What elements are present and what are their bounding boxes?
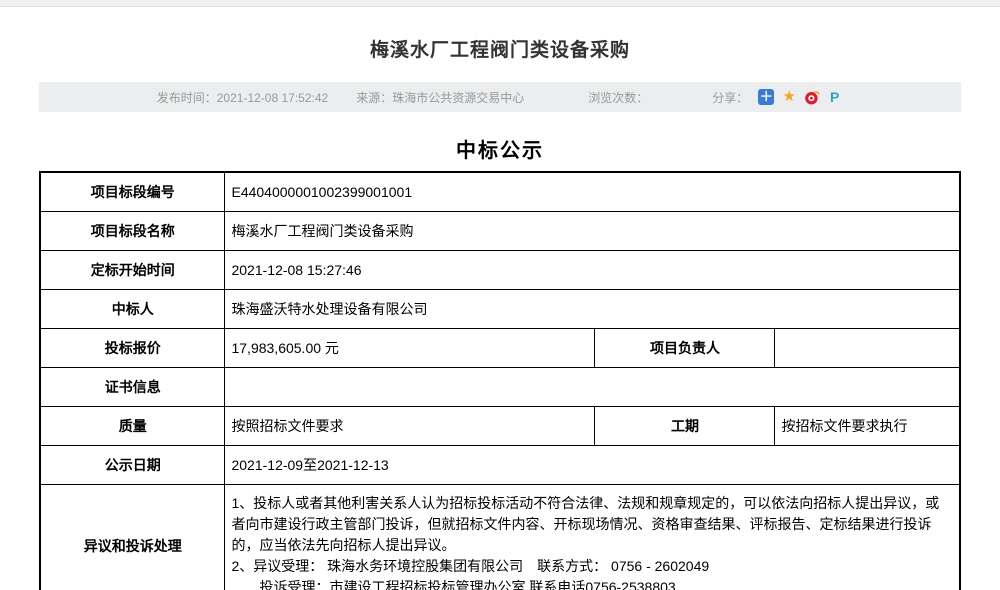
view-count: 浏览次数：: [588, 89, 648, 106]
view-count-label: 浏览次数：: [588, 91, 648, 105]
table-row-objection-handling: 异议和投诉处理 1、投标人或者其他利害关系人认为招标投标活动不符合法律、法规和规…: [40, 485, 960, 590]
label-duration: 工期: [595, 407, 775, 446]
objection-line-2: 2、异议受理： 珠海水务环境控股集团有限公司 联系方式： 0756 - 2602…: [231, 556, 953, 577]
table-row-project-code: 项目标段编号 E4404000001002399001001: [40, 172, 960, 212]
svg-text:P: P: [830, 89, 839, 105]
value-certificate-info: [225, 368, 960, 407]
label-publicity-period: 公示日期: [40, 446, 225, 485]
value-quality: 按照招标文件要求: [225, 407, 595, 446]
label-bid-price: 投标报价: [40, 329, 225, 368]
source-label: 来源：: [356, 91, 392, 105]
table-row-winner: 中标人 珠海盛沃特水处理设备有限公司: [40, 290, 960, 329]
label-project-manager: 项目负责人: [595, 329, 775, 368]
table-row-bid-price: 投标报价 17,983,605.00 元 项目负责人: [40, 329, 960, 368]
publish-time-value: 2021-12-08 17:52:42: [217, 91, 328, 105]
value-objection-handling: 1、投标人或者其他利害关系人认为招标投标活动不符合法律、法规和规章规定的，可以依…: [225, 485, 960, 590]
label-award-start-time: 定标开始时间: [40, 251, 225, 290]
section-title: 中标公示: [0, 134, 1000, 163]
table-row-certificate-info: 证书信息: [40, 368, 960, 407]
value-project-manager: [775, 329, 960, 368]
announcement-page: 梅溪水厂工程阀门类设备采购 发布时间：2021-12-08 17:52:42 来…: [0, 0, 1000, 590]
share-label: 分享：: [712, 89, 748, 106]
share-buttons: ＋ ★ P: [758, 89, 843, 105]
source: 来源：珠海市公共资源交易中心: [356, 89, 524, 106]
meta-bar: 发布时间：2021-12-08 17:52:42 来源：珠海市公共资源交易中心 …: [39, 82, 961, 112]
label-project-code: 项目标段编号: [40, 172, 225, 212]
bid-result-table: 项目标段编号 E4404000001002399001001 项目标段名称 梅溪…: [39, 171, 961, 590]
label-objection-handling: 异议和投诉处理: [40, 485, 225, 590]
top-strip: [0, 0, 1000, 7]
qzone-share-icon[interactable]: ★: [781, 89, 797, 105]
table-row-project-name: 项目标段名称 梅溪水厂工程阀门类设备采购: [40, 212, 960, 251]
objection-line-1: 1、投标人或者其他利害关系人认为招标投标活动不符合法律、法规和规章规定的，可以依…: [231, 493, 953, 556]
p-share-icon[interactable]: P: [827, 89, 843, 105]
page-title: 梅溪水厂工程阀门类设备采购: [0, 35, 1000, 62]
source-value: 珠海市公共资源交易中心: [392, 91, 524, 105]
label-certificate-info: 证书信息: [40, 368, 225, 407]
table-row-publicity-period: 公示日期 2021-12-09至2021-12-13: [40, 446, 960, 485]
publish-time-label: 发布时间：: [157, 91, 217, 105]
table-row-quality: 质量 按照招标文件要求 工期 按招标文件要求执行: [40, 407, 960, 446]
share-more-icon[interactable]: ＋: [758, 89, 774, 105]
weibo-share-icon[interactable]: [804, 89, 820, 105]
table-row-award-start-time: 定标开始时间 2021-12-08 15:27:46: [40, 251, 960, 290]
objection-line-3: 投诉受理：市建设工程招标投标管理办公室 联系电话0756-2538803: [231, 577, 953, 590]
publish-time: 发布时间：2021-12-08 17:52:42: [157, 89, 328, 106]
value-project-code: E4404000001002399001001: [225, 172, 960, 212]
value-winner: 珠海盛沃特水处理设备有限公司: [225, 290, 960, 329]
value-bid-price: 17,983,605.00 元: [225, 329, 595, 368]
label-winner: 中标人: [40, 290, 225, 329]
value-publicity-period: 2021-12-09至2021-12-13: [225, 446, 960, 485]
value-duration: 按招标文件要求执行: [775, 407, 960, 446]
value-project-name: 梅溪水厂工程阀门类设备采购: [225, 212, 960, 251]
label-quality: 质量: [40, 407, 225, 446]
value-award-start-time: 2021-12-08 15:27:46: [225, 251, 960, 290]
label-project-name: 项目标段名称: [40, 212, 225, 251]
